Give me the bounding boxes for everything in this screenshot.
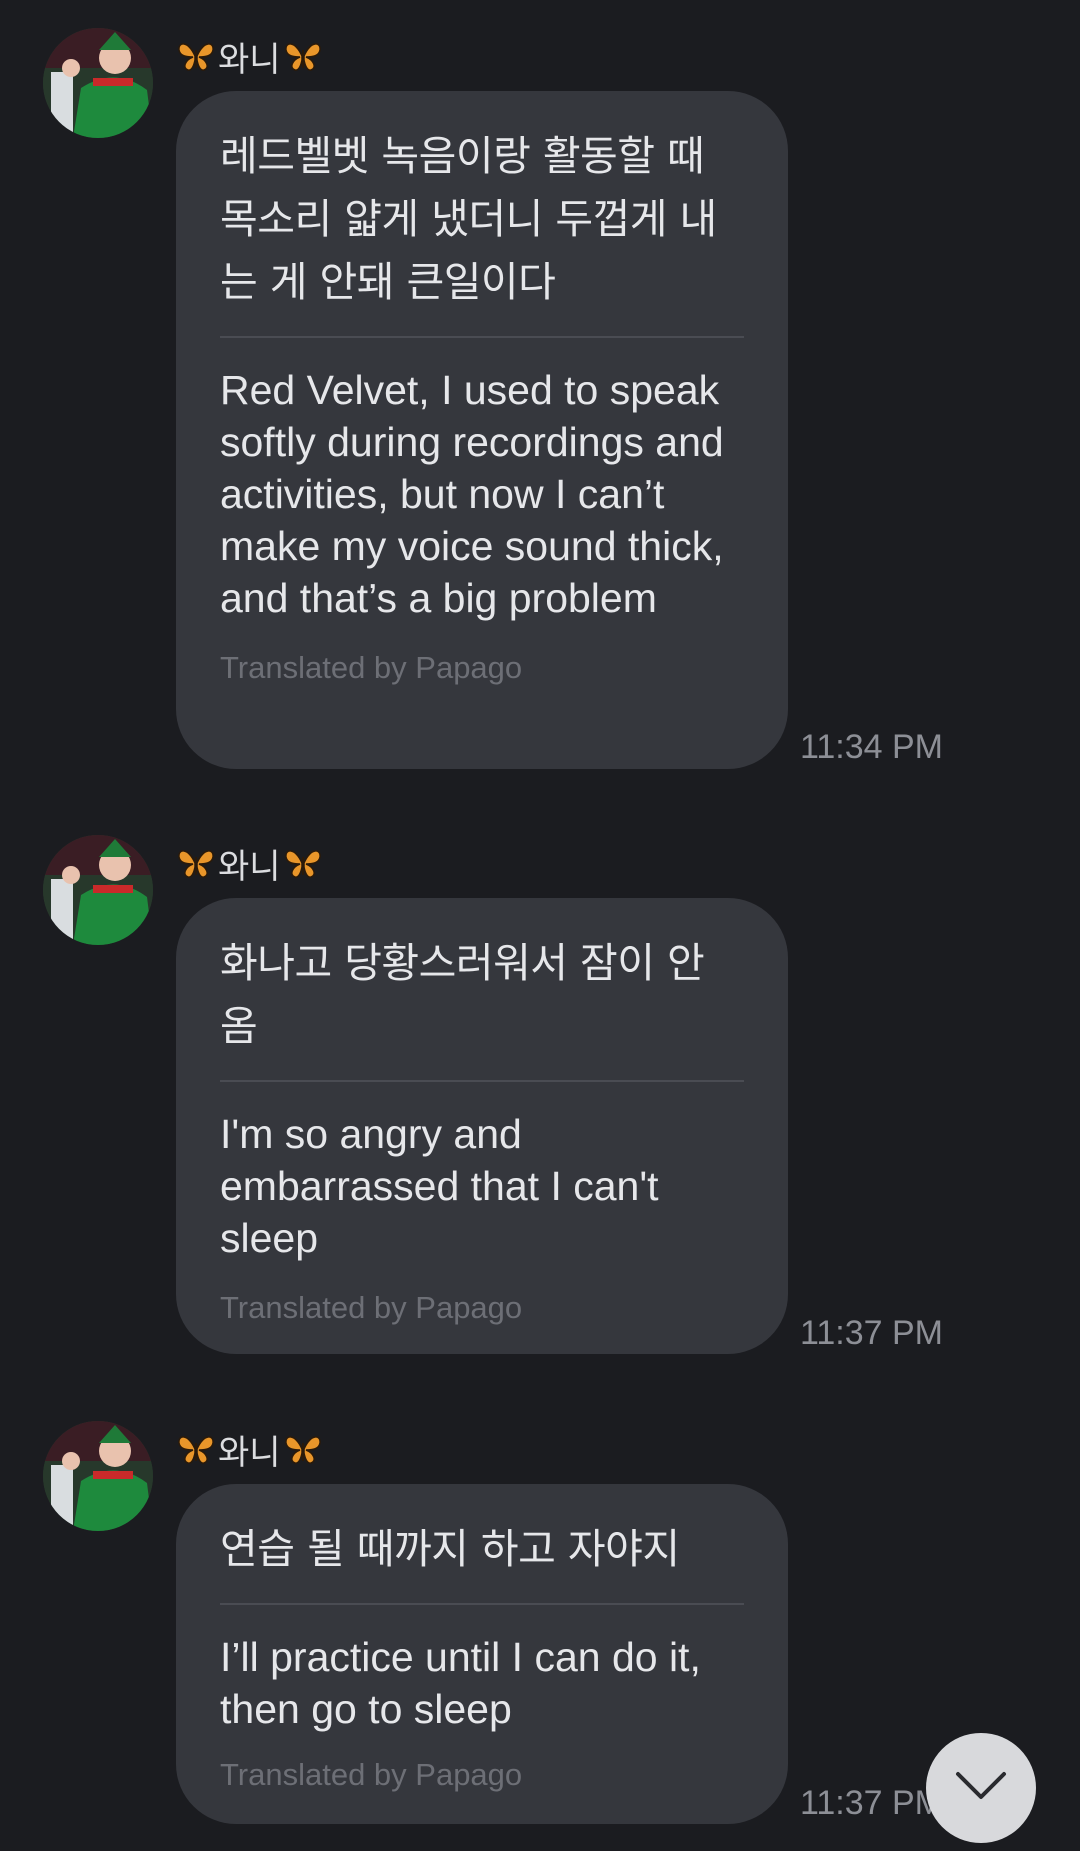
avatar[interactable] [43, 1421, 153, 1531]
butterfly-icon [283, 845, 323, 881]
avatar[interactable] [43, 28, 153, 138]
translation-credit: Translated by Papago [220, 1757, 523, 1792]
sender-label: 와니 [218, 1432, 281, 1473]
original-text: 레드벨벳 녹음이랑 활동할 때 목소리 얇게 냈더니 두껍게 내는 게 안돼 큰… [220, 132, 717, 306]
sender-name: 와니 [176, 1429, 323, 1473]
sender-name: 와니 [176, 36, 323, 80]
message-bubble[interactable]: 레드벨벳 녹음이랑 활동할 때 목소리 얇게 냈더니 두껍게 내는 게 안돼 큰… [176, 91, 788, 769]
original-text: 연습 될 때까지 하고 자야지 [220, 1525, 680, 1573]
butterfly-icon [176, 38, 216, 74]
timestamp: 11:34 PM [800, 728, 944, 766]
chevron-down-icon [955, 1771, 1007, 1805]
butterfly-icon [176, 845, 216, 881]
translated-text: Red Velvet, I used to speak softly durin… [220, 367, 724, 621]
divider [220, 1603, 744, 1605]
original-text: 화나고 당황스러워서 잠이 안 옴 [220, 939, 705, 1050]
divider [220, 1080, 744, 1082]
avatar[interactable] [43, 835, 153, 945]
message-bubble[interactable]: 연습 될 때까지 하고 자야지 I’ll practice until I ca… [176, 1484, 788, 1824]
timestamp: 11:37 PM [800, 1314, 944, 1352]
sender-label: 와니 [218, 39, 281, 80]
translation-credit: Translated by Papago [220, 1290, 523, 1325]
butterfly-icon [176, 1431, 216, 1467]
message-bubble[interactable]: 화나고 당황스러워서 잠이 안 옴 I'm so angry and embar… [176, 898, 788, 1354]
sender-name: 와니 [176, 843, 323, 887]
butterfly-icon [283, 38, 323, 74]
chat-thread: 와니 레드벨벳 녹음이랑 활동할 때 목소리 얇게 냈더니 두껍게 내는 게 안… [0, 0, 1080, 1851]
translation-credit: Translated by Papago [220, 650, 523, 685]
timestamp: 11:37 PM [800, 1784, 944, 1822]
translated-text: I’ll practice until I can do it, then go… [220, 1634, 701, 1732]
sender-label: 와니 [218, 846, 281, 887]
translated-text: I'm so angry and embarrassed that I can'… [220, 1111, 659, 1261]
divider [220, 336, 744, 338]
butterfly-icon [283, 1431, 323, 1467]
scroll-to-bottom-button[interactable] [926, 1733, 1036, 1843]
